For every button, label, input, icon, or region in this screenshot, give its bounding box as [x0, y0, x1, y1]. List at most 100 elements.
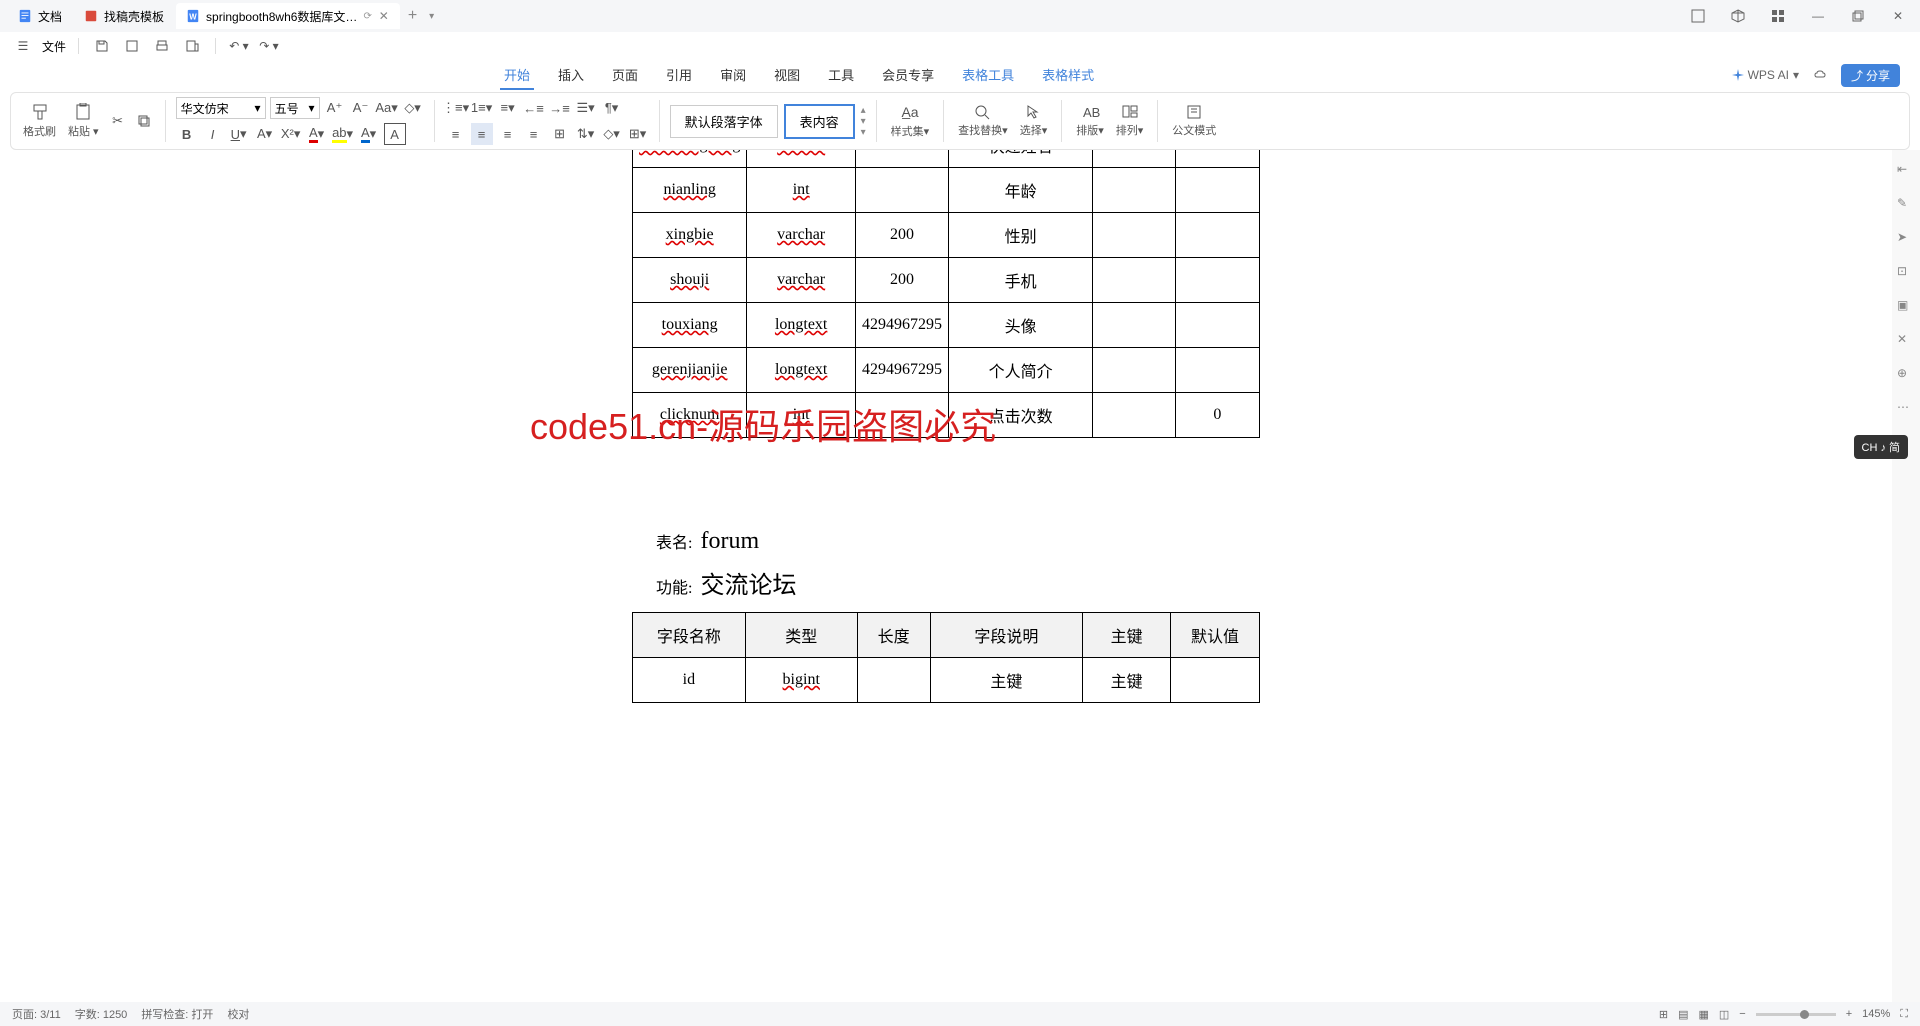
- format-painter-group[interactable]: 格式刷: [19, 103, 60, 139]
- table-content-style[interactable]: 表内容: [784, 104, 855, 139]
- settings-icon[interactable]: ⊕: [1897, 366, 1915, 384]
- ribbon-tab-member[interactable]: 会员专享: [878, 61, 938, 90]
- align-right-icon[interactable]: ≡: [497, 123, 519, 145]
- print-preview-icon[interactable]: [121, 35, 143, 57]
- multilevel-icon[interactable]: ≡▾: [497, 97, 519, 119]
- ribbon-tab-reference[interactable]: 引用: [662, 61, 696, 90]
- shading-icon[interactable]: ◇▾: [601, 123, 623, 145]
- export-icon[interactable]: [181, 35, 203, 57]
- file-menu[interactable]: 文件: [42, 38, 66, 55]
- bold-icon[interactable]: B: [176, 123, 198, 145]
- size-select[interactable]: 五号▾: [270, 97, 320, 119]
- image-icon[interactable]: ▣: [1897, 298, 1915, 316]
- new-tab-button[interactable]: +: [402, 7, 423, 25]
- ribbon-tab-start[interactable]: 开始: [500, 61, 534, 90]
- cloud-icon[interactable]: [1809, 64, 1831, 86]
- style-set-group[interactable]: A̲a 样式集▾: [887, 103, 934, 139]
- font-color-icon[interactable]: A▾: [306, 123, 328, 145]
- default-paragraph-style[interactable]: 默认段落字体: [670, 105, 778, 138]
- line-spacing-icon[interactable]: ⇅▾: [575, 123, 597, 145]
- tab-active-doc[interactable]: W springbooth8wh6数据库文… ⟳ ✕: [176, 3, 400, 29]
- select-group[interactable]: 选择▾: [1016, 104, 1052, 138]
- ribbon-tab-page[interactable]: 页面: [608, 61, 642, 90]
- ribbon-tab-review[interactable]: 审阅: [716, 61, 750, 90]
- tool-icon[interactable]: ✕: [1897, 332, 1915, 350]
- ribbon-tab-tools[interactable]: 工具: [824, 61, 858, 90]
- document-area[interactable]: 回 kuaidixingming varchar 200 快递姓名 nianli…: [0, 150, 1892, 1002]
- status-proof[interactable]: 校对: [227, 1006, 249, 1022]
- status-words[interactable]: 字数: 1250: [75, 1006, 128, 1022]
- cube-icon[interactable]: [1724, 6, 1752, 26]
- view-icon[interactable]: ▤: [1678, 1008, 1688, 1021]
- tab-dropdown[interactable]: ▾: [423, 11, 440, 22]
- distribute-icon[interactable]: ⊞: [549, 123, 571, 145]
- undo-icon[interactable]: ↶ ▾: [228, 35, 250, 57]
- svg-text:W: W: [189, 13, 197, 22]
- bullets-icon[interactable]: ⋮≡▾: [445, 97, 467, 119]
- underline-icon[interactable]: U▾: [228, 123, 250, 145]
- border-icon[interactable]: ⊞▾: [627, 123, 649, 145]
- view-icon[interactable]: ⊞: [1659, 1008, 1668, 1021]
- grid-icon[interactable]: [1764, 6, 1792, 26]
- sort-icon[interactable]: ☰▾: [575, 97, 597, 119]
- arrange-group[interactable]: 排列▾: [1112, 104, 1148, 138]
- find-replace-group[interactable]: 查找替换▾: [954, 104, 1012, 138]
- maximize-button[interactable]: [1844, 6, 1872, 26]
- paste-group[interactable]: 粘贴 ▾: [64, 103, 103, 139]
- decrease-font-icon[interactable]: A⁻: [350, 97, 372, 119]
- zoom-level[interactable]: 145%: [1862, 1008, 1890, 1020]
- pen-icon[interactable]: ✎: [1897, 196, 1915, 214]
- tab-template[interactable]: 找稿壳模板: [74, 3, 174, 29]
- close-icon[interactable]: ✕: [378, 10, 390, 22]
- align-justify-icon[interactable]: ≡: [523, 123, 545, 145]
- zoom-in[interactable]: +: [1846, 1008, 1852, 1020]
- increase-indent-icon[interactable]: →≡: [549, 97, 571, 119]
- pointer-icon[interactable]: ➤: [1897, 230, 1915, 248]
- align-left-icon[interactable]: ≡: [445, 123, 467, 145]
- style-scroll[interactable]: ▴▾▾: [861, 105, 866, 138]
- cut-icon[interactable]: ✂: [107, 110, 129, 132]
- decrease-indent-icon[interactable]: ←≡: [523, 97, 545, 119]
- font-select[interactable]: 华文仿宋▾: [176, 97, 266, 119]
- share-button[interactable]: ⤴ 分享: [1841, 64, 1900, 87]
- clip-icon[interactable]: ⊡: [1897, 264, 1915, 282]
- strike-icon[interactable]: A▾: [254, 123, 276, 145]
- ribbon-tab-view[interactable]: 视图: [770, 61, 804, 90]
- paste-icon: [73, 103, 93, 121]
- tab-docs[interactable]: 文档: [8, 3, 72, 29]
- increase-font-icon[interactable]: A⁺: [324, 97, 346, 119]
- char-shading-icon[interactable]: A▾: [358, 123, 380, 145]
- window-close-button[interactable]: ✕: [1884, 6, 1912, 26]
- change-case-icon[interactable]: Aa▾: [376, 97, 398, 119]
- status-page[interactable]: 页面: 3/11: [12, 1006, 61, 1022]
- minimize-button[interactable]: —: [1804, 6, 1832, 26]
- zoom-slider[interactable]: [1756, 1013, 1836, 1016]
- ribbon-tab-insert[interactable]: 插入: [554, 61, 588, 90]
- view-icon[interactable]: ▦: [1698, 1008, 1708, 1021]
- char-border-icon[interactable]: A: [384, 123, 406, 145]
- align-center-icon[interactable]: ≡: [471, 123, 493, 145]
- show-marks-icon[interactable]: ¶▾: [601, 97, 623, 119]
- copy-icon[interactable]: [133, 110, 155, 132]
- highlight-icon[interactable]: ab▾: [332, 123, 354, 145]
- more-icon[interactable]: ⋯: [1897, 400, 1915, 418]
- numbering-icon[interactable]: 1≡▾: [471, 97, 493, 119]
- zoom-out[interactable]: −: [1739, 1008, 1745, 1020]
- menu-icon[interactable]: ☰: [12, 35, 34, 57]
- ribbon-tab-table-style[interactable]: 表格样式: [1038, 61, 1098, 90]
- view-icon[interactable]: ◫: [1719, 1008, 1729, 1021]
- status-spell[interactable]: 拼写检查: 打开: [141, 1006, 213, 1022]
- window-mode-icon[interactable]: [1684, 6, 1712, 26]
- print-icon[interactable]: [151, 35, 173, 57]
- save-icon[interactable]: [91, 35, 113, 57]
- italic-icon[interactable]: I: [202, 123, 224, 145]
- clear-format-icon[interactable]: ◇▾: [402, 97, 424, 119]
- superscript-icon[interactable]: X²▾: [280, 123, 302, 145]
- ribbon-tab-table-tools[interactable]: 表格工具: [958, 61, 1018, 90]
- wps-ai-button[interactable]: WPS AI ▾: [1732, 68, 1799, 82]
- fullscreen-icon[interactable]: ⛶: [1900, 1008, 1908, 1021]
- redo-icon[interactable]: ↷ ▾: [258, 35, 280, 57]
- layout-group[interactable]: AB 排版▾: [1072, 104, 1108, 138]
- official-group[interactable]: 公文模式: [1168, 104, 1220, 138]
- collapse-icon[interactable]: ⇤: [1897, 162, 1915, 180]
